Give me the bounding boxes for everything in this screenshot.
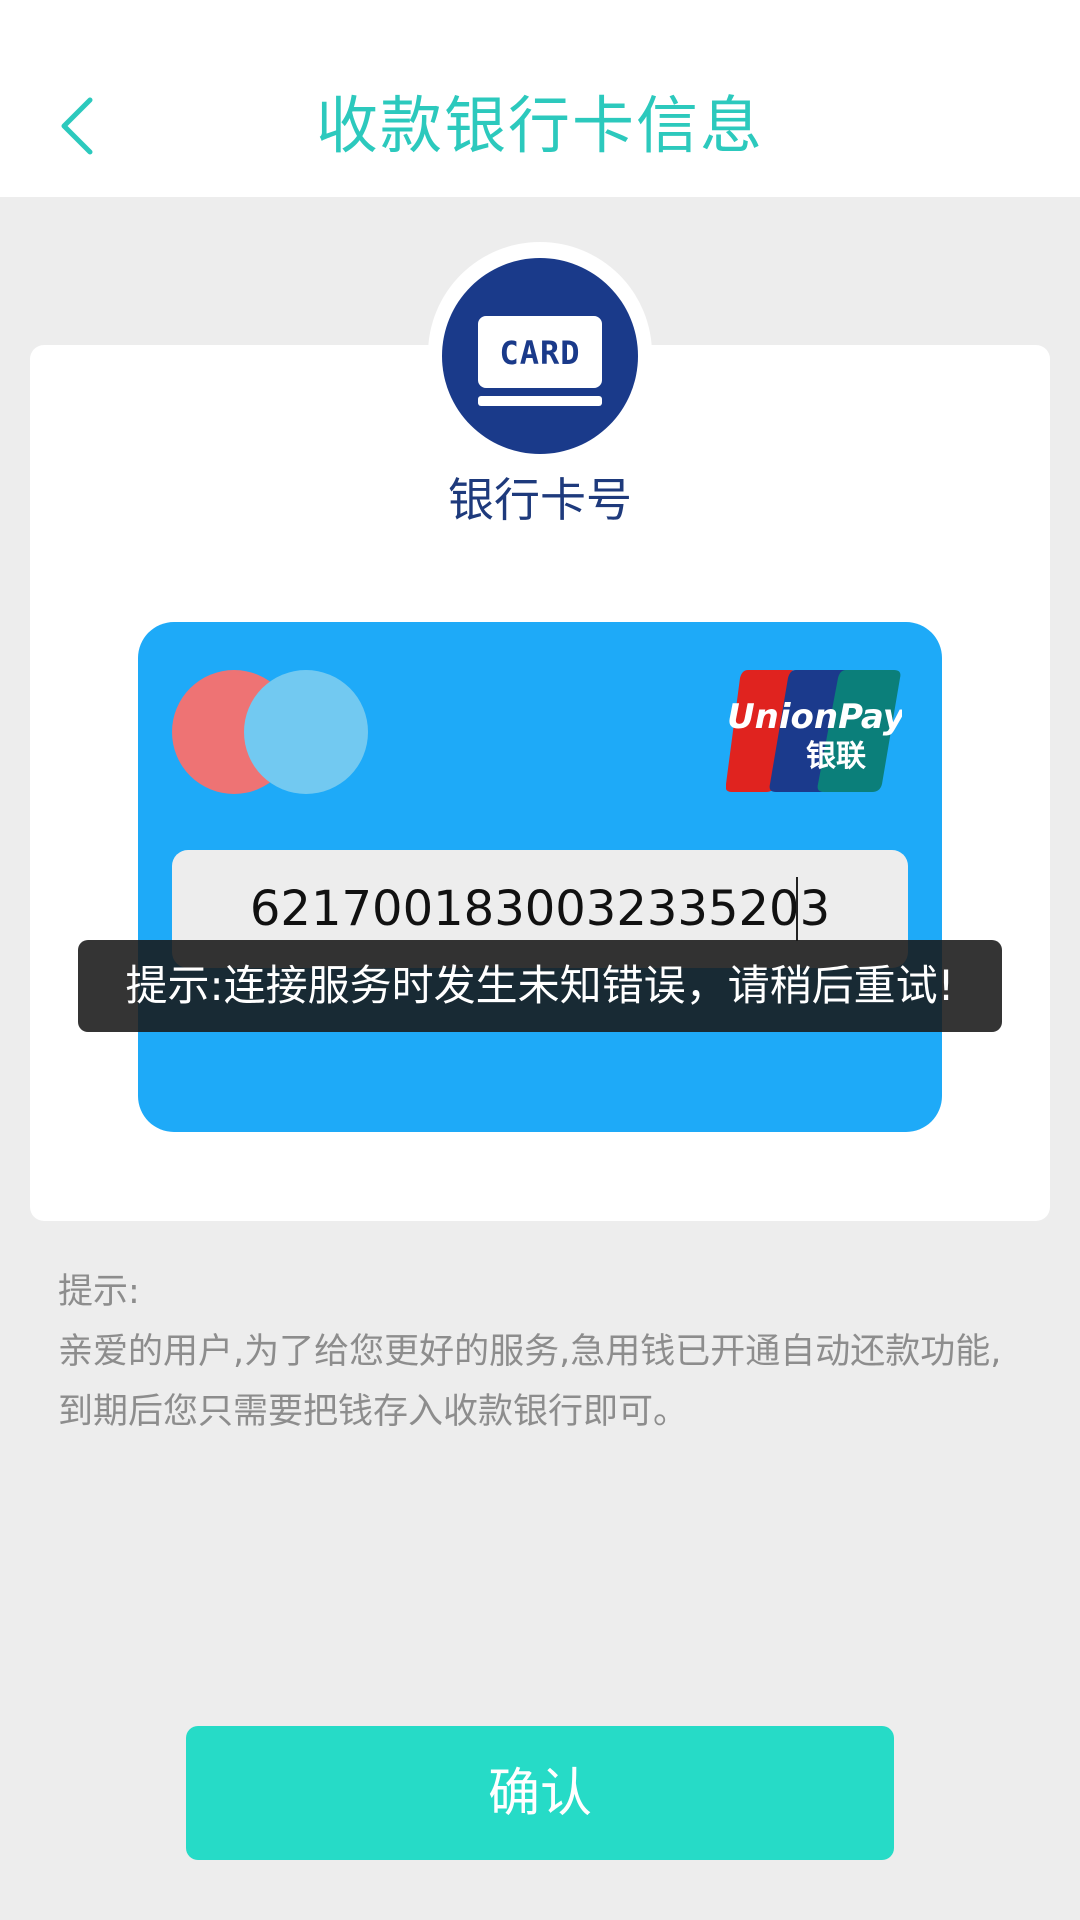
text-cursor — [796, 877, 798, 941]
unionpay-logo-text-en: UnionPay — [727, 697, 902, 737]
confirm-button[interactable]: 确认 — [186, 1726, 894, 1860]
card-icon-text: CARD — [499, 334, 580, 372]
bank-card: UnionPay 银联 — [138, 622, 942, 1132]
unionpay-logo-icon: UnionPay 银联 — [726, 670, 902, 792]
card-badge: CARD — [442, 258, 638, 454]
card-number-label: 银行卡号 — [448, 473, 632, 527]
tips-line-2: 到期后您只需要把钱存入收款银行即可。 — [58, 1392, 689, 1432]
app-header: 收款银行卡信息 — [0, 0, 1080, 197]
card-icon: CARD — [478, 316, 602, 406]
tips-section: 提示: 亲爱的用户,为了给您更好的服务,急用钱已开通自动还款功能, 到期后您只需… — [58, 1262, 1038, 1442]
error-toast: 提示:连接服务时发生未知错误，请稍后重试! — [78, 940, 1002, 1032]
page-title: 收款银行卡信息 — [315, 89, 764, 162]
card-decor-blue-circle — [244, 670, 368, 794]
tips-heading: 提示: — [58, 1272, 140, 1312]
tips-line-1: 亲爱的用户,为了给您更好的服务,急用钱已开通自动还款功能, — [58, 1332, 1002, 1372]
unionpay-logo-text-cn: 银联 — [806, 739, 866, 774]
